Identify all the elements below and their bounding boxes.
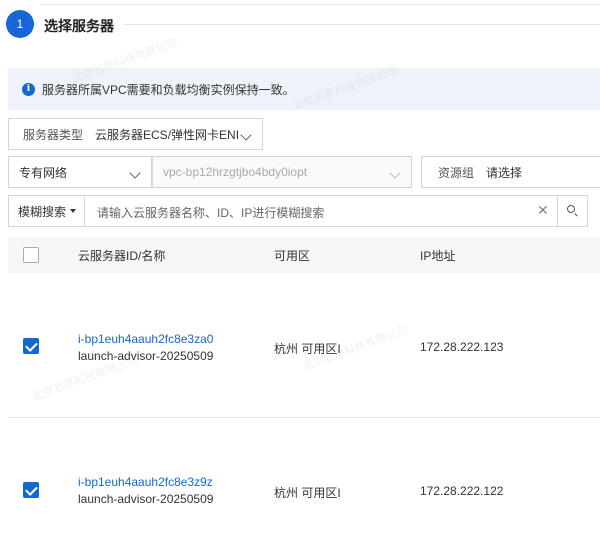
search-bar: 模糊搜索 请输入云服务器名称、ID、IP进行模糊搜索 ✕ — [8, 195, 588, 227]
server-type-select[interactable]: 服务器类型 云服务器ECS/弹性网卡ENI — [8, 118, 263, 150]
vpc-value: vpc-bp12hrzgtjbo4bdy0iopt — [163, 165, 308, 179]
table-row: i-bp1euh4aauh2fc8e3z9z launch-advisor-20… — [8, 418, 600, 549]
zone-cell: 杭州 可用区I — [274, 342, 341, 356]
zone-cell: 杭州 可用区I — [274, 486, 341, 500]
instance-id-link[interactable]: i-bp1euh4aauh2fc8e3za0 — [78, 332, 213, 346]
search-mode-dropdown[interactable]: 模糊搜索 — [9, 196, 85, 226]
resource-group-label: 资源组 — [438, 165, 475, 180]
column-header-zone: 可用区 — [274, 249, 311, 263]
step-divider — [124, 24, 600, 25]
table-row: i-bp1euh4aauh2fc8e3za0 launch-advisor-20… — [8, 273, 600, 417]
chevron-down-icon — [389, 167, 401, 179]
chevron-down-icon — [240, 129, 252, 141]
info-icon: i — [22, 82, 35, 96]
top-divider — [40, 4, 600, 5]
row-checkbox[interactable] — [23, 338, 39, 354]
table-header: 云服务器ID/名称 可用区 IP地址 — [8, 237, 600, 273]
server-type-label: 服务器类型 — [23, 127, 84, 142]
ip-cell: 172.28.222.122 — [420, 484, 504, 498]
resource-group-placeholder: 请选择 — [486, 165, 523, 180]
network-type-select[interactable]: 专有网络 — [8, 156, 152, 188]
instance-id-link[interactable]: i-bp1euh4aauh2fc8e3z9z — [78, 475, 213, 489]
column-header-ip: IP地址 — [420, 249, 456, 263]
instance-name: launch-advisor-20250509 — [78, 349, 214, 363]
search-button[interactable] — [557, 196, 587, 226]
instance-name: launch-advisor-20250509 — [78, 492, 214, 506]
caret-down-icon — [70, 209, 77, 213]
row-checkbox[interactable] — [23, 482, 39, 498]
select-all-checkbox[interactable] — [23, 247, 39, 263]
resource-group-select[interactable]: 资源组 请选择 — [421, 156, 600, 188]
notice-text: 服务器所属VPC需要和负载均衡实例保持一致。 — [42, 82, 295, 97]
step-header: 1 选择服务器 — [0, 10, 600, 42]
ip-cell: 172.28.222.123 — [420, 340, 504, 354]
search-mode-label: 模糊搜索 — [18, 204, 67, 219]
column-header-id: 云服务器ID/名称 — [78, 249, 166, 263]
search-input[interactable]: 请输入云服务器名称、ID、IP进行模糊搜索 — [97, 204, 324, 221]
step-number-badge: 1 — [6, 10, 34, 38]
network-type-value: 专有网络 — [19, 165, 68, 180]
search-icon — [567, 205, 575, 213]
chevron-down-icon — [129, 167, 141, 179]
vpc-select[interactable]: vpc-bp12hrzgtjbo4bdy0iopt — [152, 156, 412, 188]
info-notice: i 服务器所属VPC需要和负载均衡实例保持一致。 — [8, 68, 600, 110]
step-title: 选择服务器 — [44, 18, 114, 34]
clear-icon[interactable]: ✕ — [537, 202, 549, 219]
server-type-value: 云服务器ECS/弹性网卡ENI — [95, 127, 240, 142]
